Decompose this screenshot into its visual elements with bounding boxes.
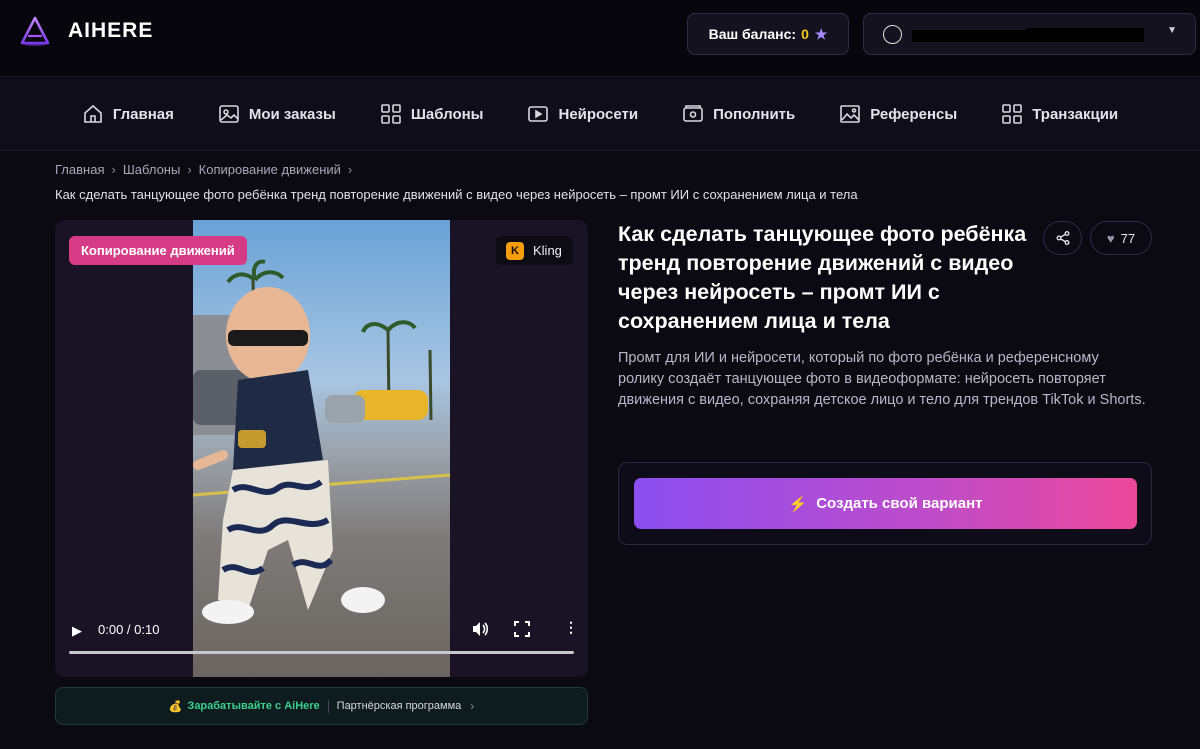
nav-item-label: Транзакции (1032, 105, 1119, 123)
video-controls: ▶ 0:00 / 0:10 ⋮ (55, 615, 588, 677)
wallet-icon (683, 105, 703, 122)
cta-card: ⚡ Создать свой вариант (618, 462, 1152, 545)
video-thumbnail-image (193, 259, 450, 624)
nav-item-label: Главная (112, 105, 174, 123)
chevron-right-icon: › (111, 162, 116, 177)
money-bag-icon: 💰 (168, 700, 183, 713)
template-description: Промт для ИИ и нейросети, который по фот… (618, 350, 1146, 408)
grid-icon (1002, 104, 1023, 124)
play-icon[interactable]: ▶ (72, 623, 82, 639)
star-icon: ★ (814, 25, 828, 42)
chevron-right-icon: › (470, 699, 475, 713)
partner-earn-text: Зарабатывайте с AiHere (187, 700, 320, 712)
model-badge-label: Kling (533, 243, 562, 258)
home-icon (84, 104, 102, 123)
balance-box[interactable]: Ваш баланс: 0 ★ (687, 13, 849, 55)
partner-banner[interactable]: 💰 Зарабатывайте с AiHere Партнёрская про… (55, 687, 588, 725)
nav-item-references[interactable]: Референсы (839, 103, 957, 125)
user-avatar-icon (883, 25, 902, 44)
share-button[interactable] (1043, 221, 1082, 255)
play-box-icon (528, 106, 549, 122)
nav-item-transactions[interactable]: Транзакции (1001, 103, 1118, 125)
heart-icon: ♥ (1106, 230, 1115, 246)
more-options-icon[interactable]: ⋮ (564, 619, 578, 636)
video-frame[interactable] (193, 220, 450, 677)
grid-icon (381, 104, 401, 124)
video-time: 0:00 / 0:10 (98, 622, 160, 637)
share-icon (1056, 231, 1069, 245)
logo[interactable]: AIHERE (20, 16, 153, 46)
nav-item-neural[interactable]: Нейросети (527, 103, 638, 125)
video-player[interactable]: Копирование движений K Kling ▶ 0:00 / 0:… (55, 220, 588, 677)
redacted-username-part (1026, 28, 1144, 42)
partner-program-text: Партнёрская программа (336, 700, 462, 712)
create-variant-label: Создать свой вариант (816, 495, 983, 512)
divider (327, 699, 329, 713)
top-bar: AIHERE Ваш баланс: 0 ★ ▼ (0, 0, 1200, 77)
nav-item-home[interactable]: Главная (82, 103, 174, 125)
nav-item-label: Референсы (870, 105, 958, 123)
nav-item-templates[interactable]: Шаблоны (380, 103, 484, 125)
chevron-right-icon: › (187, 162, 192, 177)
chevron-down-icon: ▼ (1167, 25, 1177, 36)
lightning-icon: ⚡ (788, 495, 808, 513)
volume-icon[interactable] (471, 620, 489, 638)
balance-label: Ваш баланс: (708, 26, 797, 42)
redacted-username (912, 30, 1026, 42)
create-variant-button[interactable]: ⚡ Создать свой вариант (634, 478, 1137, 529)
nav-item-label: Нейросети (558, 105, 639, 123)
video-progress-bar[interactable] (69, 651, 574, 654)
like-count: 77 (1120, 230, 1136, 246)
nav-item-label: Мои заказы (248, 105, 336, 123)
like-button[interactable]: ♥ 77 (1090, 221, 1152, 255)
breadcrumb-templates[interactable]: Шаблоны (123, 162, 181, 177)
user-menu[interactable]: ▼ (863, 13, 1196, 55)
balance-value: 0 (801, 26, 809, 42)
image-icon (219, 105, 239, 123)
breadcrumb-home[interactable]: Главная (55, 162, 104, 177)
picture-icon (840, 105, 861, 123)
main-nav: Главная Мои заказы Шаблоны Нейросети Поп… (0, 78, 1200, 151)
model-badge: K Kling (496, 236, 573, 265)
breadcrumb-motion-copy[interactable]: Копирование движений (199, 162, 341, 177)
breadcrumb: Главная › Шаблоны › Копирование движений… (55, 162, 359, 177)
page-heading: Как сделать танцующее фото ребёнка тренд… (55, 187, 858, 202)
brand-name: AIHERE (68, 19, 154, 42)
logo-icon (20, 16, 50, 46)
kling-logo-icon: K (506, 241, 524, 260)
category-tag[interactable]: Копирование движений (69, 236, 247, 265)
nav-item-label: Пополнить (713, 105, 796, 123)
nav-item-label: Шаблоны (410, 105, 484, 123)
template-title: Как сделать танцующее фото ребёнка тренд… (618, 222, 1027, 333)
fullscreen-icon[interactable] (514, 621, 530, 637)
chevron-right-icon: › (347, 162, 353, 177)
nav-item-orders[interactable]: Мои заказы (218, 103, 336, 125)
nav-item-topup[interactable]: Пополнить (682, 103, 795, 125)
